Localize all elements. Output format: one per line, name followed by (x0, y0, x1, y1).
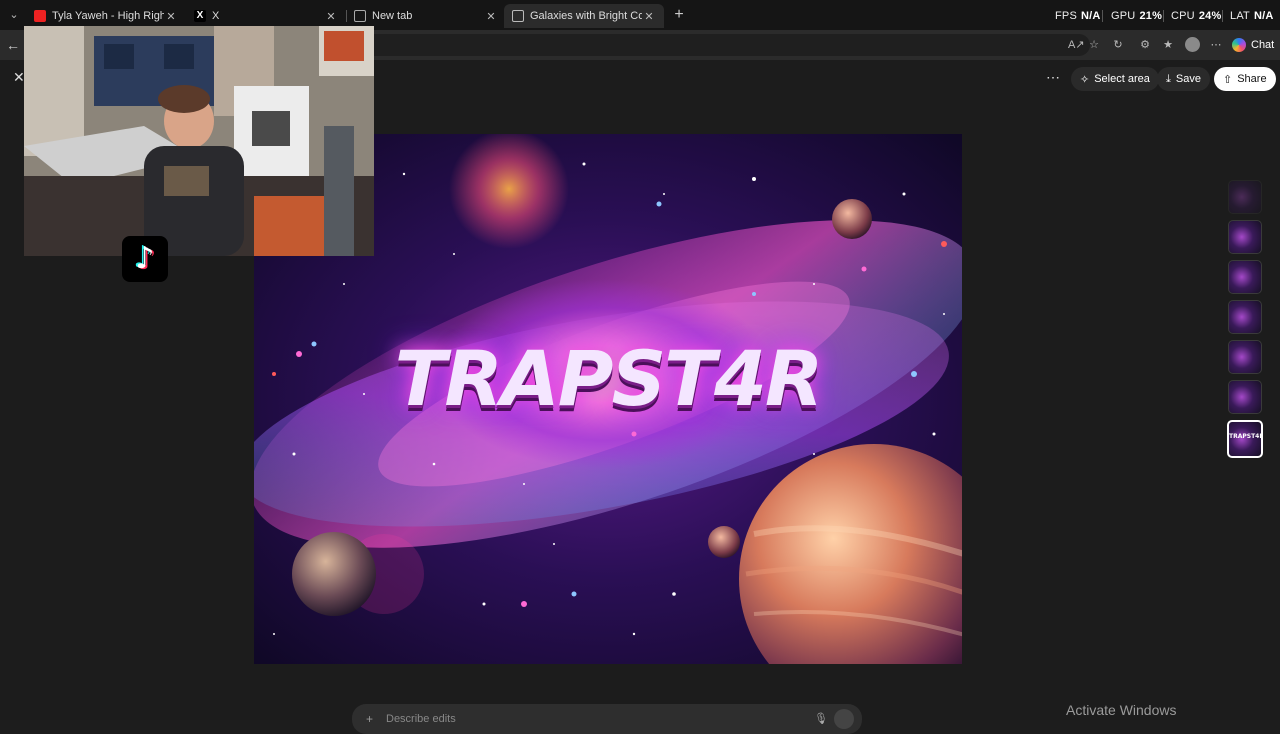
tab-title: Galaxies with Bright Colors (530, 10, 642, 22)
thumbnail[interactable] (1228, 180, 1262, 214)
youtube-icon (34, 10, 46, 22)
close-tab-icon[interactable]: ✕ (484, 10, 498, 23)
tab-actions-chevron-icon[interactable]: ⌄ (6, 7, 22, 23)
copilot-icon (1232, 38, 1246, 52)
thumbnail[interactable] (1228, 340, 1262, 374)
save-button[interactable]: ⤓ Save (1157, 67, 1210, 91)
x-icon: X (194, 10, 206, 22)
voice-mode-button[interactable] (834, 709, 854, 729)
artwork-title-text: TRAPST4R (394, 334, 824, 423)
microphone-icon[interactable]: 🎙 (814, 712, 828, 725)
webcam-overlay (24, 26, 374, 256)
webcam-feed (24, 26, 374, 256)
share-label: Share (1237, 73, 1267, 85)
more-options-icon[interactable]: ⋯ (1209, 38, 1223, 52)
tab-x[interactable]: X X ✕ (186, 4, 346, 28)
thumbnail[interactable] (1228, 380, 1262, 414)
activate-windows-watermark: Activate Windows (1066, 702, 1177, 718)
select-area-button[interactable]: ✧ Select area (1071, 67, 1159, 91)
cpu-value: 24% (1198, 10, 1222, 22)
close-tab-icon[interactable]: ✕ (164, 10, 178, 23)
save-label: Save (1175, 73, 1201, 85)
thumbnail-label: TRAPST4R (1229, 433, 1263, 440)
chat-label: Chat (1251, 39, 1275, 51)
profile-avatar-icon[interactable] (1185, 37, 1200, 52)
extensions-icon[interactable]: ⚙ (1138, 38, 1152, 52)
close-tab-icon[interactable]: ✕ (324, 10, 338, 23)
add-attachment-icon[interactable]: + (366, 712, 373, 726)
new-tab-button[interactable]: + (670, 6, 688, 24)
share-button[interactable]: ⇧ Share (1214, 67, 1276, 91)
fps-readout: FPS N/A (1055, 10, 1101, 22)
tab-youtube[interactable]: Tyla Yaweh - High Right Now (Ren ✕ (26, 4, 186, 28)
lat-label: LAT (1230, 10, 1250, 22)
cpu-label: CPU (1171, 10, 1195, 22)
thumbnail[interactable] (1228, 260, 1262, 294)
tiktok-note-icon: ♪ (135, 241, 155, 276)
tiktok-icon: ♪ (122, 236, 168, 282)
edit-prompt-bar[interactable]: + Describe edits 🎙 (352, 704, 862, 734)
edit-prompt-input[interactable]: Describe edits (386, 713, 456, 725)
chat-button[interactable]: Chat (1232, 35, 1274, 55)
gpu-readout: GPU 21% (1111, 10, 1162, 22)
fps-value: N/A (1081, 10, 1101, 22)
tab-new-tab[interactable]: New tab ✕ (346, 4, 506, 28)
back-arrow-icon[interactable]: ← (6, 37, 22, 53)
tab-title: Tyla Yaweh - High Right Now (Ren (52, 10, 164, 22)
more-options-icon[interactable]: ⋯ (1046, 69, 1061, 86)
lat-readout: LAT N/A (1230, 10, 1274, 22)
lat-value: N/A (1253, 10, 1274, 22)
copilot-icon (512, 10, 524, 22)
download-icon: ⤓ (1166, 72, 1171, 85)
fps-label: FPS (1055, 10, 1077, 22)
tab-galaxies[interactable]: Galaxies with Bright Colors ✕ (504, 4, 664, 28)
newtab-icon (354, 10, 366, 22)
hud-divider (1163, 10, 1164, 22)
read-aloud-icon[interactable]: A↗ (1068, 38, 1085, 52)
magic-select-icon: ✧ (1080, 73, 1090, 86)
tab-title: New tab (372, 10, 413, 22)
cpu-readout: CPU 24% (1171, 10, 1221, 22)
gpu-label: GPU (1111, 10, 1136, 22)
thumbnail[interactable] (1228, 220, 1262, 254)
favorite-star-icon[interactable]: ☆ (1087, 38, 1101, 52)
gpu-value: 21% (1139, 10, 1163, 22)
thumbnail-selected[interactable]: TRAPST4R (1227, 420, 1263, 458)
share-icon: ⇧ (1223, 73, 1233, 86)
select-area-label: Select area (1094, 73, 1150, 85)
tab-title: X (212, 10, 220, 22)
favorites-icon[interactable]: ★ (1161, 38, 1175, 52)
hud-divider (1102, 10, 1103, 22)
hud-divider (1222, 10, 1223, 22)
close-tab-icon[interactable]: ✕ (642, 10, 656, 23)
refresh-icon[interactable]: ↻ (1111, 38, 1125, 52)
thumbnail[interactable] (1228, 300, 1262, 334)
